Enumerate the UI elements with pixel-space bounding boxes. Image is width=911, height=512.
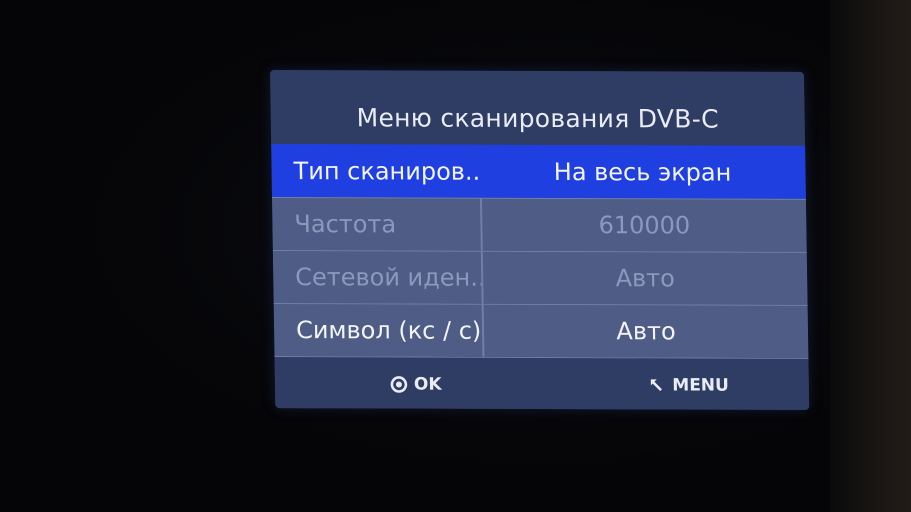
menu-title: Меню сканирования DVB-C	[356, 103, 720, 134]
menu-label: MENU	[672, 375, 730, 396]
menu-row-scan-type[interactable]: Тип сканиров... На весь экран	[271, 144, 806, 199]
menu-footer: OK MENU	[274, 356, 810, 410]
network-id-label: Сетевой иден...	[295, 263, 482, 292]
symbol-rate-value: Авто	[616, 317, 676, 346]
frequency-label: Частота	[294, 210, 397, 239]
network-id-value: Авто	[615, 264, 676, 293]
scan-type-value: На весь экран	[553, 158, 732, 187]
return-arrow-icon	[651, 379, 663, 392]
tv-bezel	[830, 0, 911, 512]
ok-label: OK	[413, 374, 442, 395]
dvbc-scan-menu: Меню сканирования DVB-C Тип сканиров... …	[270, 70, 810, 410]
menu-row-frequency: Частота 610000	[271, 197, 807, 252]
scan-type-label: Тип сканиров...	[293, 157, 480, 186]
frequency-value: 610000	[598, 211, 691, 240]
symbol-rate-label: Символ (кс / с)	[295, 316, 482, 345]
ok-button-icon	[390, 376, 408, 393]
menu-row-symbol-rate[interactable]: Символ (кс / с) Авто	[273, 303, 809, 358]
ok-hint[interactable]: OK	[390, 374, 442, 395]
menu-row-network-id: Сетевой иден... Авто	[272, 250, 808, 305]
menu-hint[interactable]: MENU	[648, 375, 730, 396]
